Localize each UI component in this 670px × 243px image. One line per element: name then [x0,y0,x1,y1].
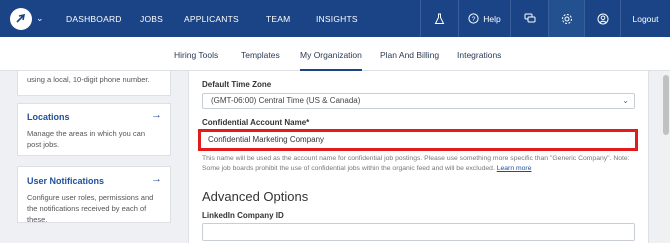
phone-card-desc: using a local, 10-digit phone number. [27,75,150,84]
confidential-account-input[interactable]: Confidential Marketing Company [204,133,634,147]
nav-right-actions: ? Help Logout [420,0,670,37]
chevron-down-icon: ⌄ [622,96,629,105]
tab-plan-and-billing[interactable]: Plan And Billing [380,37,439,71]
learn-more-link[interactable]: Learn more [497,165,532,172]
svg-text:?: ? [472,16,476,23]
user-icon[interactable] [584,0,620,37]
locations-card-desc: Manage the areas in which you can post j… [27,129,145,149]
user-notifications-card-title: User Notifications [27,176,105,186]
logout-button[interactable]: Logout [620,0,670,37]
help-text-body: This name will be used as the account na… [202,155,630,172]
tab-integrations[interactable]: Integrations [457,37,501,71]
flask-icon[interactable] [420,0,458,37]
phone-card[interactable]: using a local, 10-digit phone number. [17,71,171,96]
app-logo-icon [10,7,32,30]
sub-navigation: Hiring Tools Templates My Organization P… [0,37,670,71]
chevron-down-icon: ⌄ [36,13,44,23]
timezone-label: Default Time Zone [202,80,272,89]
locations-card-title: Locations [27,112,70,122]
gear-icon[interactable] [548,0,584,37]
nav-jobs[interactable]: JOBS [130,0,174,37]
linkedin-label: LinkedIn Company ID [202,211,284,220]
arrow-right-icon: → [151,173,162,185]
scrollbar-thumb[interactable] [663,75,669,135]
user-notifications-card[interactable]: User Notifications → Configure user role… [17,166,171,224]
help-button[interactable]: ? Help [458,0,510,37]
organization-settings-panel: Default Time Zone (GMT-06:00) Central Ti… [188,71,649,243]
confidential-help-text: This name will be used as the account na… [202,154,642,174]
tab-templates[interactable]: Templates [241,37,280,71]
tab-my-organization[interactable]: My Organization [300,37,362,71]
top-navigation: ⌄ DASHBOARD JOBS APPLICANTS TEAM INSIGHT… [0,0,670,37]
tab-hiring-tools[interactable]: Hiring Tools [174,37,218,71]
timezone-value: (GMT-06:00) Central Time (US & Canada) [211,96,361,105]
main-nav-links: DASHBOARD JOBS APPLICANTS TEAM INSIGHTS [56,0,376,37]
timezone-select[interactable]: (GMT-06:00) Central Time (US & Canada) ⌄ [202,93,635,109]
brand-menu[interactable]: ⌄ [0,0,50,37]
page-scrollbar[interactable] [662,71,670,243]
advanced-options-heading: Advanced Options [202,189,309,204]
help-icon: ? [468,13,479,24]
user-notifications-card-desc: Configure user roles, permissions and th… [27,193,154,224]
nav-insights[interactable]: INSIGHTS [306,0,376,37]
nav-applicants[interactable]: APPLICANTS [174,0,256,37]
locations-card[interactable]: Locations → Manage the areas in which yo… [17,103,171,156]
linkedin-company-id-input[interactable] [202,223,635,241]
nav-dashboard[interactable]: DASHBOARD [56,0,130,37]
chat-icon[interactable] [510,0,548,37]
nav-team[interactable]: TEAM [256,0,306,37]
confidential-account-label: Confidential Account Name* [202,118,310,127]
arrow-right-icon: → [151,109,162,121]
help-label: Help [483,13,501,24]
